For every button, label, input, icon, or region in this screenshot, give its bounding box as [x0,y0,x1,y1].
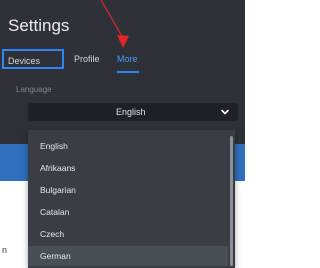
tab-more[interactable]: More [113,49,142,69]
dropdown-scrollbar[interactable] [230,136,233,266]
tab-profile[interactable]: Profile [70,49,104,69]
language-option-catalan[interactable]: Catalan [28,202,228,222]
background-text: n [2,245,8,255]
active-tab-indicator [117,71,139,73]
language-select-value: English [116,107,146,117]
language-dropdown-list: English Afrikaans Bulgarian Catalan Czec… [28,130,235,268]
language-option-bulgarian[interactable]: Bulgarian [28,180,228,200]
page-title: Settings [8,16,70,35]
language-select[interactable]: English [28,103,238,121]
language-label: Language [16,85,52,94]
language-option-english[interactable]: English [28,136,228,156]
language-option-czech[interactable]: Czech [28,224,228,244]
language-option-german[interactable]: German [28,246,228,266]
tab-devices[interactable]: Devices [2,49,64,69]
chevron-down-icon [221,109,229,115]
language-option-afrikaans[interactable]: Afrikaans [28,158,228,178]
